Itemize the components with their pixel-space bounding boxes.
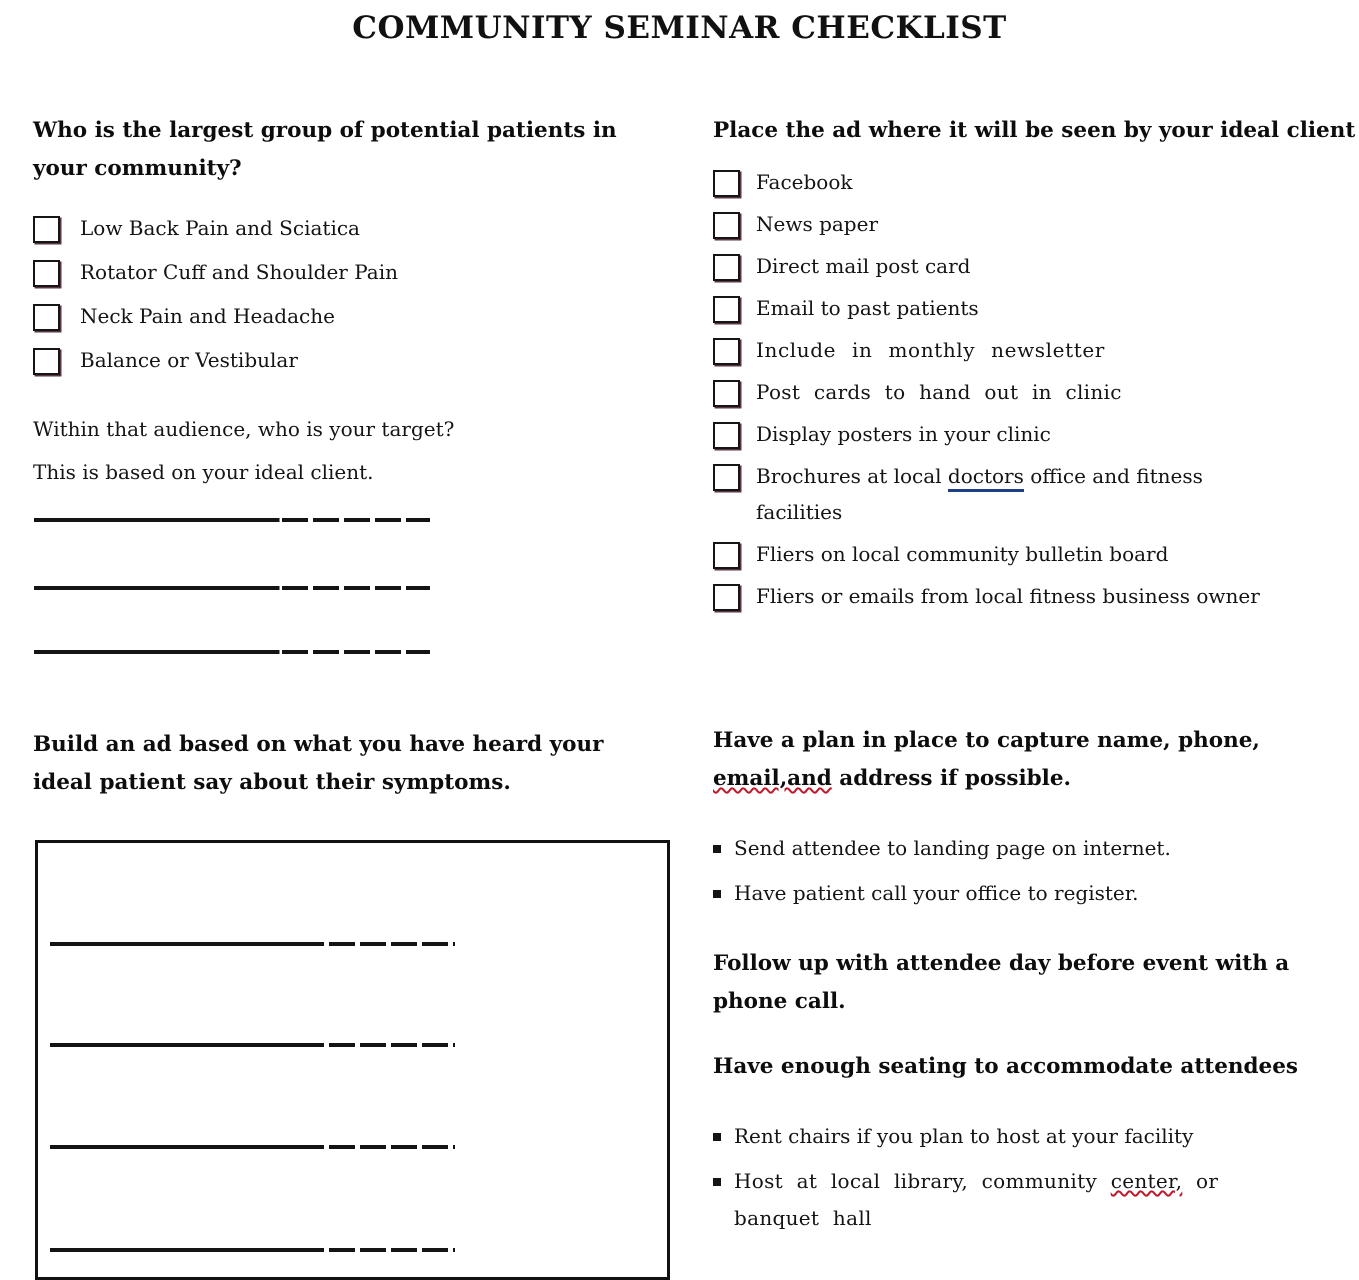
bullet-item: Send attendee to landing page on interne… bbox=[713, 830, 1333, 867]
label-suffix: office and fitness bbox=[1023, 464, 1203, 488]
bullet-text: Send attendee to landing page on interne… bbox=[734, 836, 1171, 860]
right-section-seating: Have enough seating to accommodate atten… bbox=[713, 1048, 1333, 1245]
ad-box-answer-line[interactable] bbox=[50, 942, 455, 946]
checklist-item[interactable]: Low Back Pain and Sciatica bbox=[33, 210, 683, 246]
checklist-item-label: Display posters in your clinic bbox=[756, 422, 1051, 446]
right-column: Place the ad where it will be seen by yo… bbox=[713, 112, 1356, 620]
square-bullet-icon bbox=[713, 1178, 721, 1186]
checklist-item[interactable]: News paper bbox=[713, 206, 1333, 242]
checklist-item[interactable]: Brochures at local doctors office and fi… bbox=[713, 458, 1333, 530]
checklist-item[interactable]: Include in monthly newsletter bbox=[713, 332, 1333, 368]
left-section-target-audience: Who is the largest group of potential pa… bbox=[33, 112, 683, 378]
checklist-item[interactable]: Email to past patients bbox=[713, 290, 1333, 326]
ad-box-answer-line[interactable] bbox=[50, 1043, 455, 1047]
bullet-text: Have patient call your office to registe… bbox=[734, 881, 1139, 905]
follow-up-heading-line-1: Follow up with attendee day before event… bbox=[713, 951, 1290, 976]
left-section-build-ad: Build an ad based on what you have heard… bbox=[33, 726, 653, 802]
checklist-item-label: Brochures at local doctors office and fi… bbox=[756, 458, 1203, 530]
checkbox-icon[interactable] bbox=[713, 338, 740, 365]
document-page: COMMUNITY SEMINAR CHECKLIST Who is the l… bbox=[0, 0, 1359, 1280]
follow-up-heading-line-2: phone call. bbox=[713, 989, 846, 1014]
ad-placement-checklist: Facebook News paper Direct mail post car… bbox=[713, 164, 1333, 614]
square-bullet-icon bbox=[713, 890, 721, 898]
section-heading-line-2: your community? bbox=[33, 156, 242, 181]
bullet-text-suffix: or bbox=[1182, 1169, 1219, 1193]
left-column: Who is the largest group of potential pa… bbox=[33, 112, 683, 386]
checklist-item-label: Balance or Vestibular bbox=[80, 348, 298, 372]
checklist-item[interactable]: Balance or Vestibular bbox=[33, 342, 683, 378]
checkbox-icon[interactable] bbox=[33, 260, 60, 287]
target-prompt-line-1: Within that audience, who is your target… bbox=[33, 417, 455, 441]
checkbox-icon[interactable] bbox=[713, 464, 740, 491]
flagged-word[interactable]: center, bbox=[1111, 1169, 1183, 1193]
checkbox-icon[interactable] bbox=[33, 216, 60, 243]
label-line-2: facilities bbox=[756, 500, 843, 524]
bullet-text-line-2: banquet hall bbox=[734, 1206, 872, 1230]
checkbox-icon[interactable] bbox=[713, 296, 740, 323]
ad-box-answer-line[interactable] bbox=[50, 1248, 455, 1252]
square-bullet-icon bbox=[713, 845, 721, 853]
checklist-item[interactable]: Rotator Cuff and Shoulder Pain bbox=[33, 254, 683, 290]
checklist-item[interactable]: Fliers or emails from local fitness busi… bbox=[713, 578, 1333, 614]
bullet-item: Host at local library, community center,… bbox=[713, 1163, 1333, 1237]
ad-box-answer-line[interactable] bbox=[50, 1145, 455, 1149]
heading-rest: address if possible. bbox=[831, 766, 1071, 791]
square-bullet-icon bbox=[713, 1133, 721, 1141]
left-section-target-prompt: Within that audience, who is your target… bbox=[33, 408, 633, 494]
capture-plan-bullets: Send attendee to landing page on interne… bbox=[713, 830, 1333, 912]
answer-line[interactable] bbox=[34, 650, 430, 654]
capture-plan-heading-line-2: email,and address if possible. bbox=[713, 760, 1333, 798]
label-flagged-word[interactable]: doctors bbox=[947, 464, 1024, 492]
build-ad-heading-line-1: Build an ad based on what you have heard… bbox=[33, 732, 604, 757]
checkbox-icon[interactable] bbox=[713, 422, 740, 449]
checklist-item-label: Rotator Cuff and Shoulder Pain bbox=[80, 260, 398, 284]
checklist-item[interactable]: Display posters in your clinic bbox=[713, 416, 1333, 452]
place-ad-heading: Place the ad where it will be seen by yo… bbox=[713, 118, 1356, 143]
checklist-item-label: Email to past patients bbox=[756, 296, 979, 320]
checklist-item-label: Facebook bbox=[756, 170, 853, 194]
checkbox-icon[interactable] bbox=[713, 170, 740, 197]
checkbox-icon[interactable] bbox=[713, 212, 740, 239]
checklist-item-label: News paper bbox=[756, 212, 879, 236]
build-ad-heading-line-2: ideal patient say about their symptoms. bbox=[33, 770, 511, 795]
checkbox-icon[interactable] bbox=[713, 380, 740, 407]
bullet-item: Rent chairs if you plan to host at your … bbox=[713, 1118, 1333, 1155]
bullet-item: Have patient call your office to registe… bbox=[713, 875, 1333, 912]
checkbox-icon[interactable] bbox=[713, 584, 740, 611]
answer-line[interactable] bbox=[34, 586, 430, 590]
label-prefix: Brochures at local bbox=[756, 464, 948, 488]
checklist-item-label: Fliers on local community bulletin board bbox=[756, 542, 1169, 566]
seating-bullets: Rent chairs if you plan to host at your … bbox=[713, 1118, 1333, 1237]
patient-group-checklist: Low Back Pain and Sciatica Rotator Cuff … bbox=[33, 210, 683, 378]
checklist-item-label: Neck Pain and Headache bbox=[80, 304, 335, 328]
checklist-item[interactable]: Post cards to hand out in clinic bbox=[713, 374, 1333, 410]
checklist-item-label: Low Back Pain and Sciatica bbox=[80, 216, 360, 240]
checklist-item[interactable]: Fliers on local community bulletin board bbox=[713, 536, 1333, 572]
checkbox-icon[interactable] bbox=[33, 304, 60, 331]
bullet-text: Rent chairs if you plan to host at your … bbox=[734, 1124, 1194, 1148]
seating-heading: Have enough seating to accommodate atten… bbox=[713, 1054, 1299, 1079]
answer-line[interactable] bbox=[34, 518, 430, 522]
flagged-word[interactable]: email,and bbox=[713, 766, 832, 791]
checklist-item-label: Include in monthly newsletter bbox=[756, 338, 1105, 362]
checklist-item-label: Fliers or emails from local fitness busi… bbox=[756, 584, 1260, 608]
checklist-item-label: Direct mail post card bbox=[756, 254, 971, 278]
capture-plan-heading-line-1: Have a plan in place to capture name, ph… bbox=[713, 728, 1260, 753]
section-heading-line-1: Who is the largest group of potential pa… bbox=[33, 118, 617, 143]
checklist-item[interactable]: Neck Pain and Headache bbox=[33, 298, 683, 334]
checkbox-icon[interactable] bbox=[713, 254, 740, 281]
bullet-text-prefix: Host at local library, community bbox=[734, 1169, 1111, 1193]
checkbox-icon[interactable] bbox=[33, 348, 60, 375]
right-section-capture-plan: Have a plan in place to capture name, ph… bbox=[713, 722, 1333, 920]
page-title: COMMUNITY SEMINAR CHECKLIST bbox=[352, 10, 1007, 46]
checkbox-icon[interactable] bbox=[713, 542, 740, 569]
checklist-item[interactable]: Facebook bbox=[713, 164, 1333, 200]
checklist-item[interactable]: Direct mail post card bbox=[713, 248, 1333, 284]
checklist-item-label: Post cards to hand out in clinic bbox=[756, 380, 1122, 404]
right-section-follow-up: Follow up with attendee day before event… bbox=[713, 945, 1333, 1021]
bullet-text: Host at local library, community center,… bbox=[734, 1163, 1218, 1237]
target-prompt-line-2: This is based on your ideal client. bbox=[33, 460, 374, 484]
ad-answer-box[interactable] bbox=[35, 840, 670, 1280]
